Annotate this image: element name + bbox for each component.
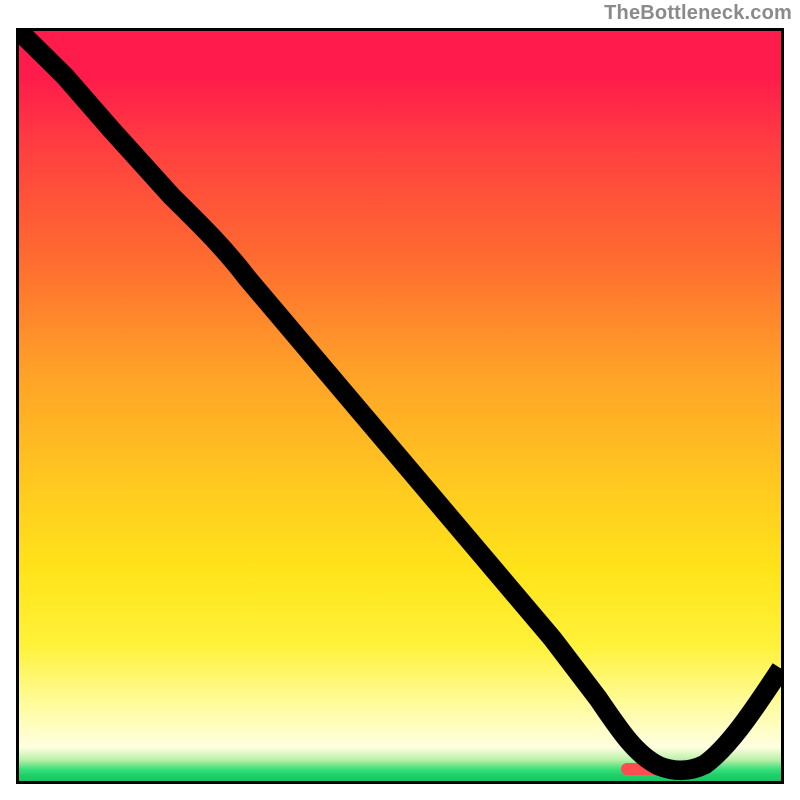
bottleneck-curve: [19, 31, 781, 770]
chart-svg: [19, 31, 781, 781]
chart-container: TheBottleneck.com: [0, 0, 800, 800]
attribution-label: TheBottleneck.com: [604, 2, 792, 25]
plot-area: [16, 28, 784, 784]
